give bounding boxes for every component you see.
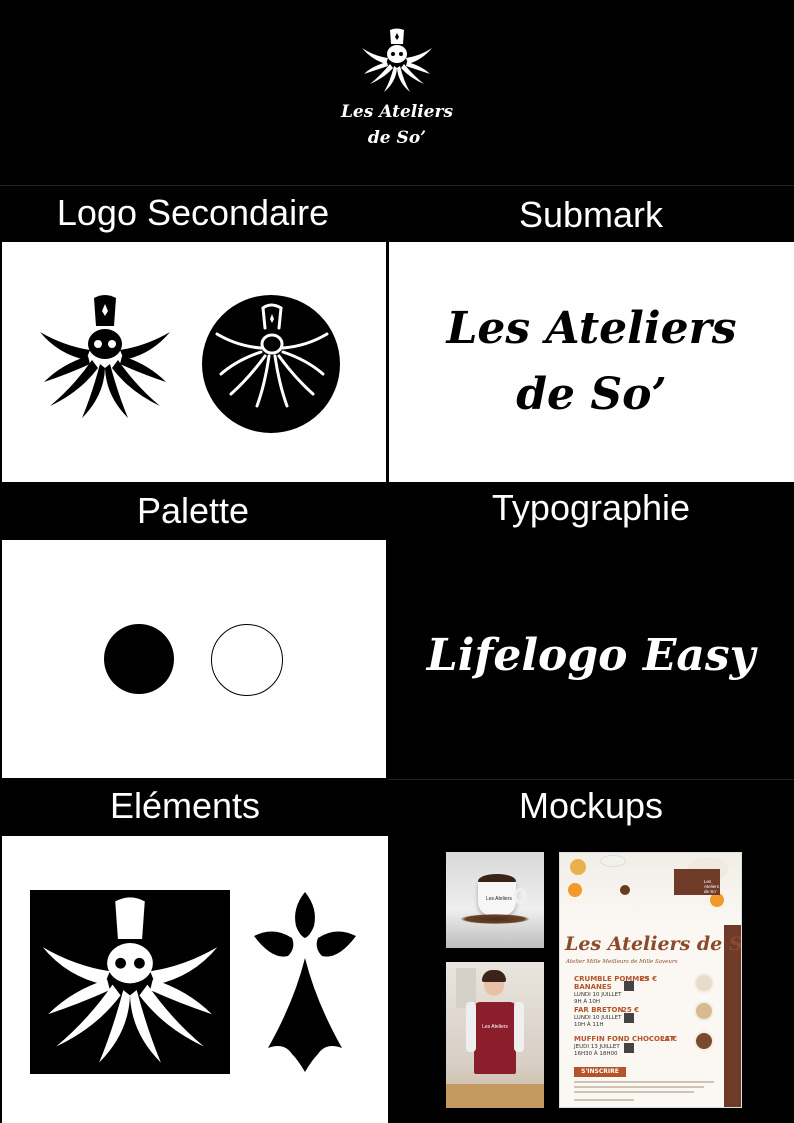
dish-photo-icon (694, 1031, 714, 1051)
poster-item-price-0: 25 € (640, 975, 658, 983)
octopus-chef-icon (40, 295, 170, 418)
poster-title: Les Ateliers de So’ (565, 933, 742, 955)
header-logo: Les Ateliers de So’ (0, 0, 794, 185)
submark-panel: Les Ateliers de So’ (389, 242, 794, 482)
mockup-poster: Les Ateliers de So’ Les Ateliers de So’ … (559, 852, 742, 1108)
poster-item-date-0: LUNDI 10 JUILLET (574, 992, 622, 998)
poster-logo-text: Les Ateliers de So’ (704, 879, 720, 894)
section-title-palette: Palette (136, 490, 250, 531)
divider (0, 185, 794, 186)
submark-line1: Les Ateliers (446, 303, 737, 354)
section-title-logo-secondaire: Logo Secondaire (56, 192, 330, 233)
qr-code-icon (624, 981, 634, 991)
mockup-coffee-cup: Les Ateliers (446, 852, 544, 948)
brand-name-line2: de So’ (367, 128, 427, 148)
swatch-black (104, 624, 174, 694)
section-title-mockups: Mockups (518, 785, 664, 826)
poster-item-date-1: LUNDI 10 JUILLET (574, 1015, 622, 1021)
logo-secondaire-panel (2, 242, 386, 482)
section-title-elements: Eléments (109, 785, 261, 826)
mockup-apron: Les Ateliers (446, 962, 544, 1108)
submark-line2: de So’ (516, 369, 667, 420)
dish-photo-icon (694, 1001, 714, 1021)
cup-logo-text: Les Ateliers (486, 896, 512, 902)
poster-subtitle: Atelier Mille Meilleurs de Mille Saveurs (566, 959, 678, 965)
section-title-typographie: Typographie (491, 487, 691, 528)
ermine-icon (254, 892, 356, 1072)
poster-item-time-1: 10H À 11H (574, 1022, 604, 1028)
octopus-chef-circle-icon (202, 295, 340, 433)
brand-name-line1: Les Ateliers (340, 102, 454, 122)
poster-item-date-2: JEUDI 13 JUILLET (574, 1044, 620, 1050)
elements-panel (2, 836, 388, 1123)
palette-panel (2, 540, 386, 778)
poster-cta: S'INSCRIRE (574, 1067, 626, 1077)
qr-code-icon (624, 1043, 634, 1053)
apron-logo-text: Les Ateliers (482, 1024, 508, 1030)
poster-item-time-2: 16H30 À 18H00 (574, 1051, 618, 1057)
divider (388, 779, 794, 780)
octopus-chef-icon (362, 28, 432, 92)
poster-item-price-2: 25 € (660, 1035, 678, 1043)
qr-code-icon (624, 1013, 634, 1023)
swatch-white (211, 624, 283, 696)
octopus-tile (30, 890, 230, 1074)
poster-item-name-1: FAR BRETON (574, 1006, 624, 1014)
poster-item-time-0: 9H À 10H (574, 999, 601, 1005)
section-title-submark: Submark (518, 194, 664, 235)
typography-sample: Lifelogo Easy (426, 630, 756, 681)
dish-photo-icon (694, 973, 714, 993)
octopus-chef-icon (42, 897, 218, 1063)
